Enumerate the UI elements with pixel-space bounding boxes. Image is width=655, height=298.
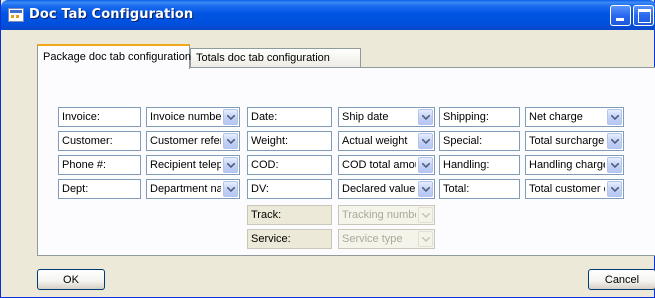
date-label: Date:: [247, 107, 332, 127]
customer-select-value: Customer referei: [150, 135, 221, 147]
date-select[interactable]: Ship date: [338, 107, 435, 127]
track-select: Tracking numbe: [338, 205, 435, 225]
service-select: Service type: [338, 229, 435, 249]
handling-select-value: Handling charge: [529, 159, 605, 171]
invoice-label: Invoice:: [58, 107, 141, 127]
minimize-icon[interactable]: [610, 5, 631, 26]
window-title: Doc Tab Configuration: [29, 7, 194, 22]
chevron-down-icon[interactable]: [607, 133, 622, 149]
dept-label: Dept:: [58, 179, 141, 199]
ok-button[interactable]: OK: [37, 269, 105, 290]
dept-select-value: Department nam: [150, 183, 221, 195]
dialog-window: Doc Tab Configuration Package doc tab co…: [0, 0, 655, 298]
chevron-down-icon[interactable]: [607, 157, 622, 173]
chevron-down-icon: [418, 231, 433, 247]
chevron-down-icon[interactable]: [418, 133, 433, 149]
invoice-select[interactable]: Invoice number: [146, 107, 240, 127]
track-select-value: Tracking numbe: [342, 209, 416, 221]
special-label: Special:: [439, 131, 520, 151]
total-select[interactable]: Total customer c: [525, 179, 624, 199]
chevron-down-icon[interactable]: [223, 109, 238, 125]
chevron-down-icon[interactable]: [607, 109, 622, 125]
title-bar[interactable]: Doc Tab Configuration: [1, 0, 655, 30]
total-label: Total:: [439, 179, 520, 199]
chevron-down-icon: [418, 207, 433, 223]
phone-label: Phone #:: [58, 155, 141, 175]
chevron-down-icon[interactable]: [223, 181, 238, 197]
dv-select[interactable]: Declared value: [338, 179, 435, 199]
track-label: Track:: [247, 205, 332, 225]
chevron-down-icon[interactable]: [607, 181, 622, 197]
cod-select[interactable]: COD total amou: [338, 155, 435, 175]
handling-select[interactable]: Handling charge: [525, 155, 624, 175]
weight-select[interactable]: Actual weight: [338, 131, 435, 151]
chevron-down-icon[interactable]: [223, 157, 238, 173]
dv-select-value: Declared value: [342, 183, 416, 195]
cancel-button[interactable]: Cancel: [588, 269, 655, 290]
dv-label: DV:: [247, 179, 332, 199]
cod-select-value: COD total amou: [342, 159, 416, 171]
service-select-value: Service type: [342, 233, 403, 245]
chevron-down-icon[interactable]: [418, 157, 433, 173]
weight-label: Weight:: [247, 131, 332, 151]
special-select[interactable]: Total surcharge: [525, 131, 624, 151]
cod-label: COD:: [247, 155, 332, 175]
phone-select-value: Recipient teleph: [150, 159, 221, 171]
shipping-label: Shipping:: [439, 107, 520, 127]
special-select-value: Total surcharge: [529, 135, 605, 147]
handling-label: Handling:: [439, 155, 520, 175]
invoice-select-value: Invoice number: [150, 111, 221, 123]
service-label: Service:: [247, 229, 332, 249]
shipping-select[interactable]: Net charge: [525, 107, 624, 127]
tab-totals-doc[interactable]: Totals doc tab configuration: [190, 48, 361, 67]
date-select-value: Ship date: [342, 111, 389, 123]
dept-select[interactable]: Department nam: [146, 179, 240, 199]
chevron-down-icon[interactable]: [418, 181, 433, 197]
tab-package-doc[interactable]: Package doc tab configuration: [37, 44, 191, 69]
shipping-select-value: Net charge: [529, 111, 583, 123]
chevron-down-icon[interactable]: [223, 133, 238, 149]
customer-label: Customer:: [58, 131, 141, 151]
customer-select[interactable]: Customer referei: [146, 131, 240, 151]
weight-select-value: Actual weight: [342, 135, 408, 147]
maximize-icon[interactable]: [633, 5, 654, 26]
form-window-icon: [8, 8, 24, 22]
total-select-value: Total customer c: [529, 183, 605, 195]
chevron-down-icon[interactable]: [418, 109, 433, 125]
phone-select[interactable]: Recipient teleph: [146, 155, 240, 175]
